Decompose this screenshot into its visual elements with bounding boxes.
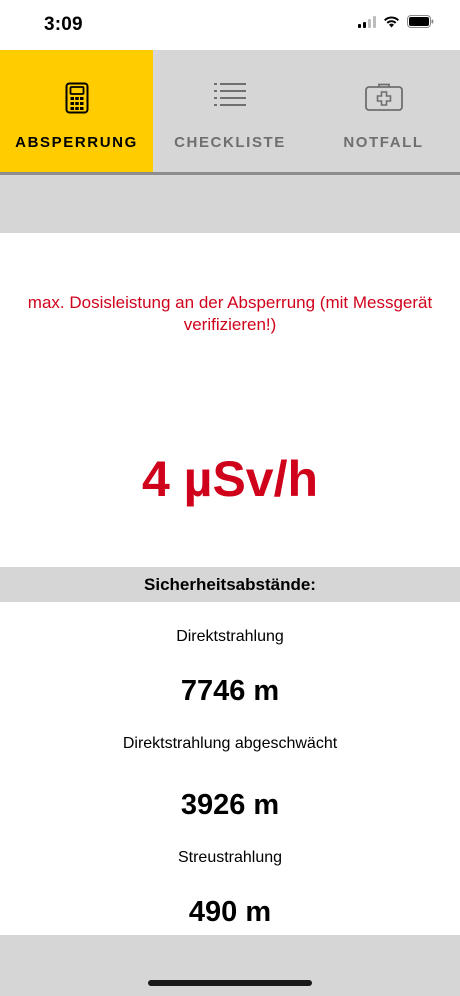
status-bar: 3:09 xyxy=(0,0,460,50)
safety-distances-list: Direktstrahlung 7746 m Direktstrahlung a… xyxy=(0,602,460,935)
dose-note: max. Dosisleistung an der Absperrung (mi… xyxy=(27,293,433,334)
battery-icon xyxy=(407,15,434,33)
list-icon xyxy=(214,82,246,113)
distance-value-direct-attenuated: 3926 m xyxy=(180,789,280,821)
dose-panel: max. Dosisleistung an der Absperrung (mi… xyxy=(0,233,460,567)
tab-notfall[interactable]: NOTFALL xyxy=(307,50,460,172)
tab-label-absperrung: ABSPERRUNG xyxy=(15,134,138,151)
dose-value: 4 µSv/h xyxy=(141,451,319,507)
first-aid-kit-icon xyxy=(364,82,403,117)
distance-value-direct: 7746 m xyxy=(180,675,280,707)
distance-label-direct-attenuated: Direktstrahlung abgeschwächt xyxy=(122,735,338,752)
status-icons xyxy=(358,15,434,33)
distance-label-direct: Direktstrahlung xyxy=(176,628,284,645)
home-indicator[interactable] xyxy=(148,980,312,986)
tab-label-notfall: NOTFALL xyxy=(343,134,424,151)
tab-checkliste[interactable]: CHECKLISTE xyxy=(153,50,307,172)
bottom-bar xyxy=(0,935,460,996)
wifi-icon xyxy=(383,15,400,33)
tab-absperrung[interactable]: ABSPERRUNG xyxy=(0,50,153,172)
status-time: 3:09 xyxy=(44,14,83,35)
distance-value-scatter: 490 m xyxy=(188,896,272,928)
distance-label-scatter: Streustrahlung xyxy=(177,849,283,866)
safety-distances-header: Sicherheitsabstände: xyxy=(0,567,460,602)
signal-icon xyxy=(358,15,376,33)
dosimeter-icon xyxy=(65,82,89,119)
top-spacer-band xyxy=(0,175,460,233)
tab-bar: ABSPERRUNG CHECKLISTE NOTFALL xyxy=(0,50,460,172)
tab-label-checkliste: CHECKLISTE xyxy=(174,134,286,151)
